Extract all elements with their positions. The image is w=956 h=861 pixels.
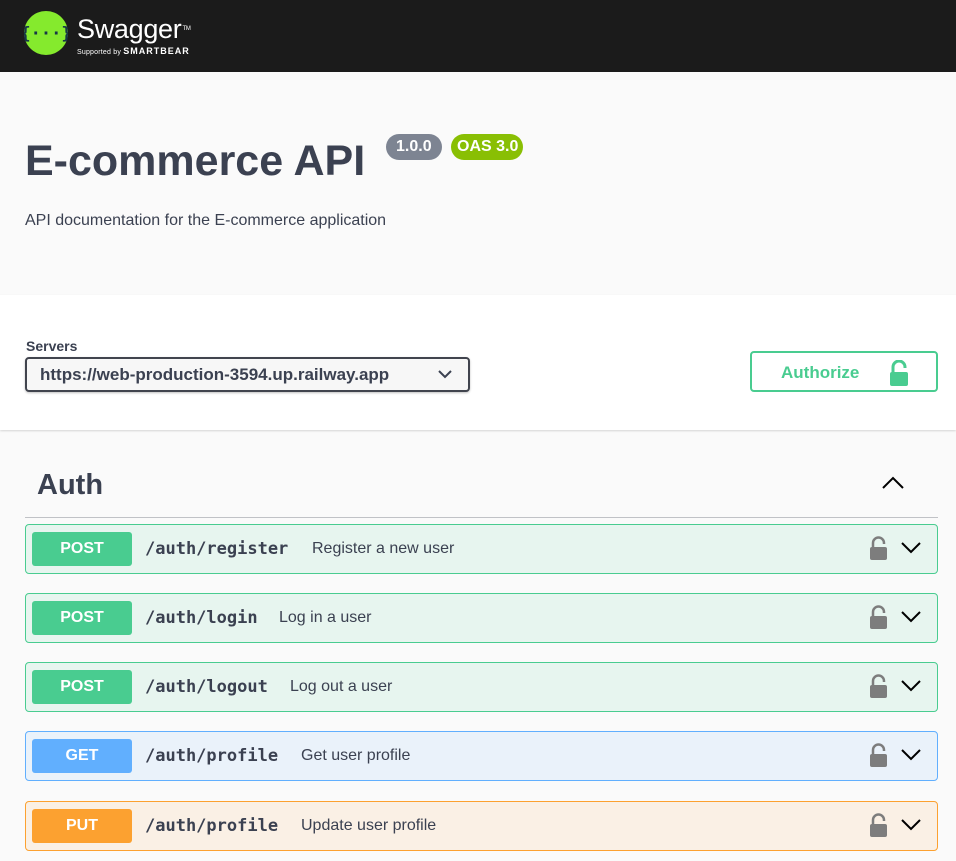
oas-badge: OAS 3.0	[451, 134, 524, 160]
method-badge: POST	[32, 670, 132, 704]
operation-post-auth-logout[interactable]: POST /auth/logout Log out a user	[25, 662, 938, 712]
operation-summary: Log out a user	[290, 678, 393, 695]
operation-path: /auth/login	[145, 608, 258, 628]
servers-section: Servers https://web-production-3594.up.r…	[0, 295, 956, 430]
chevron-up-icon[interactable]	[882, 476, 904, 490]
operation-summary: Log in a user	[279, 609, 372, 626]
operation-summary: Register a new user	[312, 540, 455, 557]
chevron-down-icon[interactable]	[901, 541, 921, 554]
operation-path: /auth/logout	[145, 677, 268, 697]
tag-title: Auth	[37, 469, 104, 501]
server-select-value: https://web-production-3594.up.railway.a…	[40, 365, 390, 384]
operation-post-auth-login[interactable]: POST /auth/login Log in a user	[25, 593, 938, 643]
chevron-down-icon[interactable]	[901, 610, 921, 623]
method-badge: POST	[32, 601, 132, 635]
unlocked-icon	[890, 360, 908, 386]
svg-text:{···}: {···}	[24, 24, 68, 44]
servers-label: Servers	[26, 338, 78, 354]
api-title: E-commerce API	[25, 137, 366, 185]
lock-icon[interactable]	[869, 674, 888, 698]
chevron-down-icon[interactable]	[901, 679, 921, 692]
top-bar: {···} SwaggerTM Supported by SMARTBEAR	[0, 0, 956, 72]
operation-get-auth-profile[interactable]: GET /auth/profile Get user profile	[25, 731, 938, 781]
tag-auth-header[interactable]: Auth	[25, 455, 938, 518]
method-badge: PUT	[32, 809, 132, 843]
swagger-logo[interactable]: {···} SwaggerTM Supported by SMARTBEAR	[24, 11, 191, 57]
lock-icon[interactable]	[869, 743, 888, 767]
server-select[interactable]: https://web-production-3594.up.railway.a…	[25, 357, 470, 392]
chevron-down-icon	[438, 370, 452, 379]
operation-post-auth-register[interactable]: POST /auth/register Register a new user	[25, 524, 938, 574]
operation-summary: Get user profile	[301, 747, 411, 764]
authorize-label: Authorize	[781, 363, 860, 382]
lock-icon[interactable]	[869, 813, 888, 837]
brand-name: SwaggerTM	[77, 14, 191, 44]
chevron-down-icon[interactable]	[901, 748, 921, 761]
chevron-down-icon[interactable]	[901, 818, 921, 831]
operation-path: /auth/profile	[145, 816, 279, 836]
operation-path: /auth/register	[145, 539, 289, 559]
operation-put-auth-profile[interactable]: PUT /auth/profile Update user profile	[25, 801, 938, 851]
method-badge: POST	[32, 532, 132, 566]
api-description: API documentation for the E-commerce app…	[25, 212, 387, 229]
method-badge: GET	[32, 739, 132, 773]
brand-subtitle: Supported by SMARTBEAR	[77, 46, 190, 57]
operation-summary: Update user profile	[301, 817, 437, 834]
authorize-button[interactable]: Authorize	[750, 351, 938, 392]
info-section: E-commerce API 1.0.0 OAS 3.0 API documen…	[0, 72, 956, 295]
lock-icon[interactable]	[869, 605, 888, 629]
swagger-logo-icon: {···}	[24, 11, 68, 55]
operation-path: /auth/profile	[145, 746, 279, 766]
version-badge: 1.0.0	[386, 134, 442, 160]
lock-icon[interactable]	[869, 536, 888, 560]
